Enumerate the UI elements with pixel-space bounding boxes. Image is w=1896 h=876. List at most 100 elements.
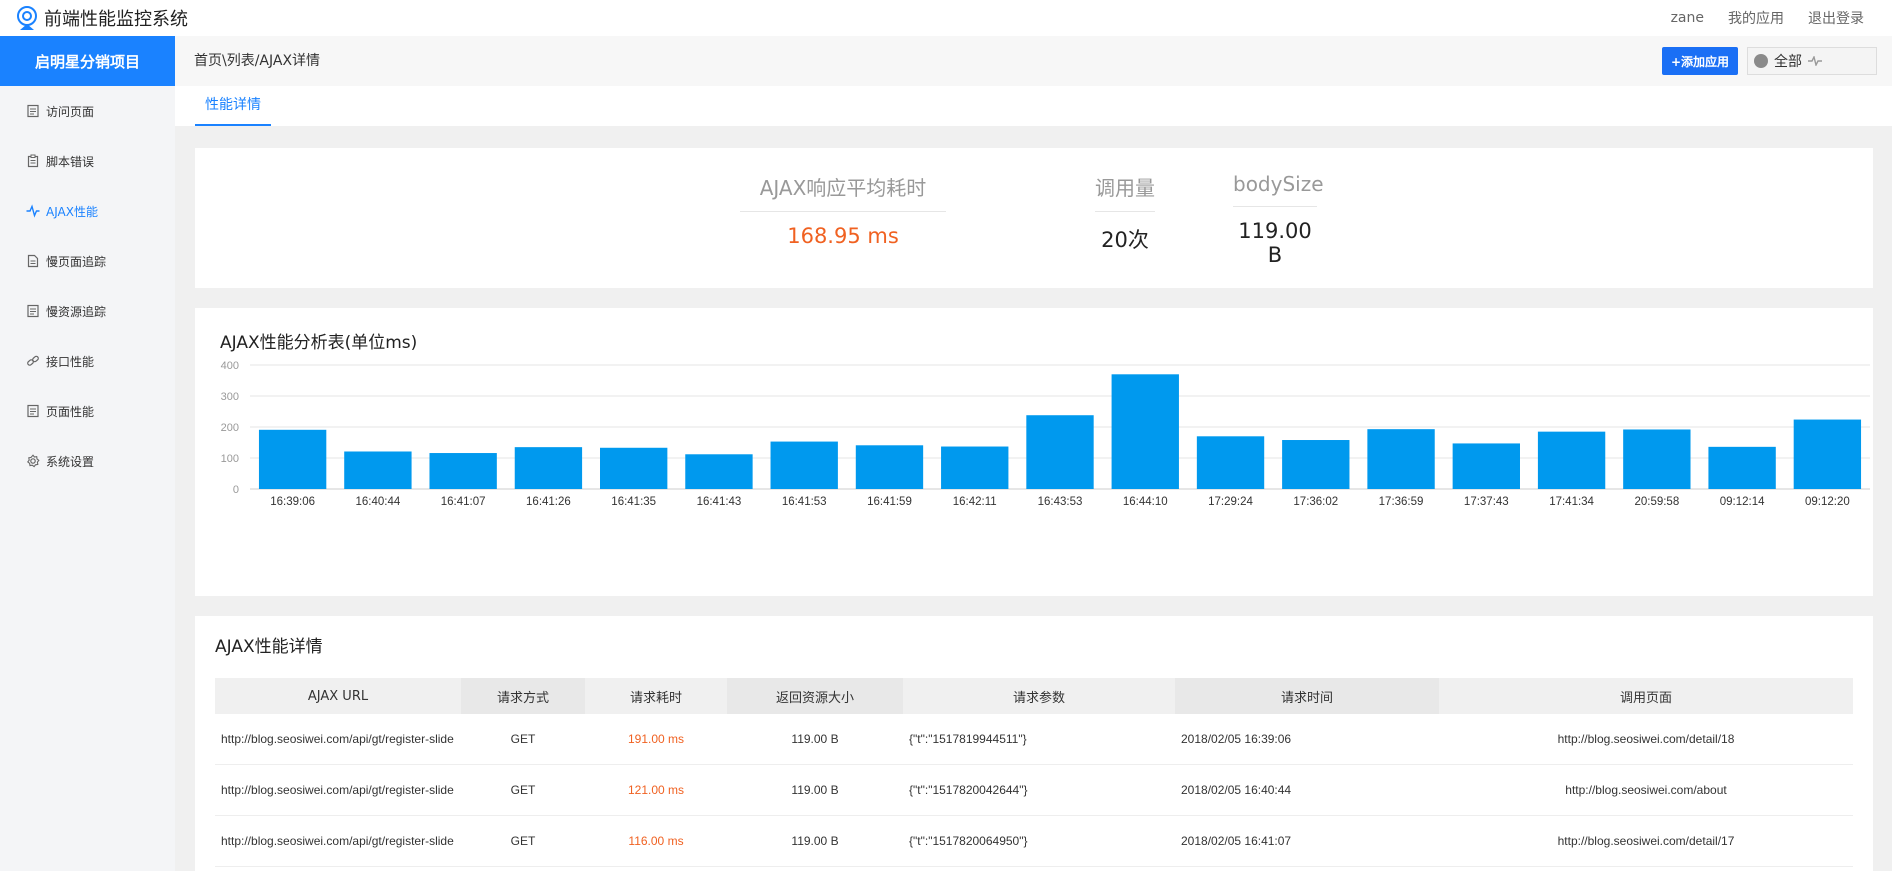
chart-bar[interactable]	[1196, 436, 1265, 489]
chart-bar[interactable]	[1793, 419, 1862, 489]
cell-params: {"t":"1517819944511"}	[903, 714, 1175, 765]
col-header-time[interactable]: 请求时间	[1175, 678, 1439, 714]
app-filter-select[interactable]: 全部	[1747, 47, 1877, 75]
chart-bar[interactable]	[1026, 415, 1094, 489]
gear-icon	[27, 454, 40, 468]
cell-url: http://blog.seosiwei.com/api/gt/register…	[215, 815, 461, 867]
table-card: AJAX性能详情 AJAX URL 请求方式 请求耗时 返回资源大小 请求参数 …	[195, 616, 1873, 876]
chart-card: 0 100 200 300 400 16:39:06 16:40:44 16:41:07 16:…	[195, 308, 1873, 596]
cell-size: 119.00 B	[727, 714, 903, 765]
pulse-icon	[26, 204, 40, 218]
chart-bar[interactable]	[344, 451, 412, 489]
x-tick-label: 16:40:44	[356, 496, 401, 508]
my-apps-link[interactable]: 我的应用	[1728, 8, 1784, 28]
col-header-cost[interactable]: 请求耗时	[585, 678, 727, 714]
x-tick-label: 20:59:58	[1634, 496, 1679, 508]
chart-bar[interactable]	[1367, 429, 1435, 489]
tab-performance-details[interactable]: 性能详情	[195, 86, 271, 126]
doc-icon	[27, 304, 39, 318]
chart-bar[interactable]	[685, 454, 753, 489]
chart-bar[interactable]	[1452, 443, 1520, 489]
chart-bar[interactable]	[514, 447, 583, 489]
table-title: AJAX性能详情	[215, 637, 323, 657]
breadcrumb-bar: 首页\列表/AJAX详情 +添加应用 全部	[175, 36, 1892, 86]
sidebar-item-label: 系统设置	[46, 454, 95, 469]
y-tick-label: 400	[221, 360, 239, 372]
x-tick-label: 16:44:10	[1123, 496, 1168, 508]
chart-bar[interactable]	[600, 447, 668, 489]
chart-bar[interactable]	[1623, 429, 1691, 489]
call-count-stat: 调用量 20次	[1095, 172, 1155, 254]
doc-icon	[27, 404, 39, 418]
sidebar-item-6[interactable]: 页面性能	[0, 386, 175, 436]
breadcrumb: 首页\列表/AJAX详情	[194, 53, 321, 69]
cell-method: GET	[461, 764, 585, 816]
right-gutter	[1892, 36, 1896, 871]
app-logo[interactable]: 前端性能监控系统	[14, 4, 188, 32]
clipboard-icon	[27, 154, 39, 168]
chart-bar[interactable]	[1282, 440, 1350, 489]
camera-logo-icon	[17, 6, 37, 30]
chart-bar[interactable]	[258, 429, 327, 489]
cell-time: 2018/02/05 16:40:44	[1175, 764, 1439, 816]
x-tick-label: 16:42:11	[953, 496, 997, 508]
chart-bar[interactable]	[770, 441, 838, 489]
x-tick-label: 16:41:53	[782, 496, 827, 508]
col-header-params[interactable]: 请求参数	[903, 678, 1175, 714]
avg-response-stat: AJAX响应平均耗时 168.95 ms	[740, 172, 946, 248]
summary-card: AJAX响应平均耗时 168.95 ms 调用量 20次 bodySize 11…	[195, 148, 1873, 288]
x-tick-label: 17:29:24	[1208, 496, 1253, 508]
sidebar-item-4[interactable]: 慢资源追踪	[0, 286, 175, 336]
add-app-button[interactable]: +添加应用	[1662, 47, 1738, 75]
sidebar-item-5[interactable]: 接口性能	[0, 336, 175, 386]
y-tick-label: 300	[221, 391, 239, 403]
col-header-page[interactable]: 调用页面	[1439, 678, 1853, 714]
x-tick-label: 16:41:59	[867, 496, 912, 508]
link-icon	[27, 355, 39, 366]
cell-cost: 116.00 ms	[585, 815, 727, 867]
sidebar-item-7[interactable]: 系统设置	[0, 436, 175, 486]
tab-bar: 性能详情	[175, 86, 1892, 126]
sidebar-item-1[interactable]: 脚本错误	[0, 136, 175, 186]
x-tick-label: 16:39:06	[270, 496, 315, 508]
x-tick-label: 17:36:02	[1293, 496, 1338, 508]
cell-time: 2018/02/05 16:41:07	[1175, 815, 1439, 867]
project-name[interactable]: 启明星分销项目	[0, 36, 175, 86]
cell-params: {"t":"1517820064950"}	[903, 815, 1175, 867]
sidebar-item-label: 慢资源追踪	[46, 304, 107, 319]
main-area: 首页\列表/AJAX详情 +添加应用 全部 性能详情 AJAX响应平均耗时 16…	[175, 36, 1896, 876]
sidebar-item-2[interactable]: AJAX性能	[0, 186, 175, 236]
table-header-row: AJAX URL 请求方式 请求耗时 返回资源大小 请求参数 请求时间 调用页面	[215, 678, 1853, 714]
chart-bar[interactable]	[1111, 374, 1179, 489]
col-header-url[interactable]: AJAX URL	[215, 678, 461, 714]
y-tick-label: 200	[221, 422, 239, 434]
x-tick-label: 16:41:26	[526, 496, 571, 508]
user-link[interactable]: zane	[1671, 10, 1704, 26]
top-nav: zane 我的应用 退出登录	[1671, 0, 1864, 36]
ajax-detail-table: AJAX URL 请求方式 请求耗时 返回资源大小 请求参数 请求时间 调用页面…	[215, 678, 1853, 867]
x-tick-label: 17:36:59	[1379, 496, 1424, 508]
sidebar-item-0[interactable]: 访问页面	[0, 86, 175, 136]
col-header-size[interactable]: 返回资源大小	[727, 678, 903, 714]
filter-label: 全部	[1774, 54, 1802, 70]
cell-page: http://blog.seosiwei.com/detail/18	[1439, 714, 1853, 765]
chart-bar[interactable]	[941, 446, 1009, 489]
y-tick-label: 100	[221, 453, 239, 465]
sidebar-item-label: 接口性能	[46, 354, 95, 369]
logout-link[interactable]: 退出登录	[1808, 8, 1864, 28]
chart-bar[interactable]	[855, 445, 924, 489]
table-row[interactable]: http://blog.seosiwei.com/api/gt/register…	[215, 764, 1853, 816]
cell-url: http://blog.seosiwei.com/api/gt/register…	[215, 714, 461, 765]
chart-bar[interactable]	[429, 453, 497, 489]
table-row[interactable]: http://blog.seosiwei.com/api/gt/register…	[215, 714, 1853, 765]
chart-bar[interactable]	[1708, 446, 1776, 489]
table-row[interactable]: http://blog.seosiwei.com/api/gt/register…	[215, 815, 1853, 867]
sidebar-item-label: 页面性能	[46, 404, 95, 419]
x-tick-label: 17:37:43	[1464, 496, 1509, 508]
col-header-method[interactable]: 请求方式	[461, 678, 585, 714]
sidebar-item-label: 脚本错误	[46, 154, 95, 169]
chart-bar[interactable]	[1537, 431, 1606, 489]
body-size-label: bodySize	[1233, 172, 1324, 207]
x-tick-label: 17:41:34	[1549, 496, 1594, 508]
sidebar-item-3[interactable]: 慢页面追踪	[0, 236, 175, 286]
